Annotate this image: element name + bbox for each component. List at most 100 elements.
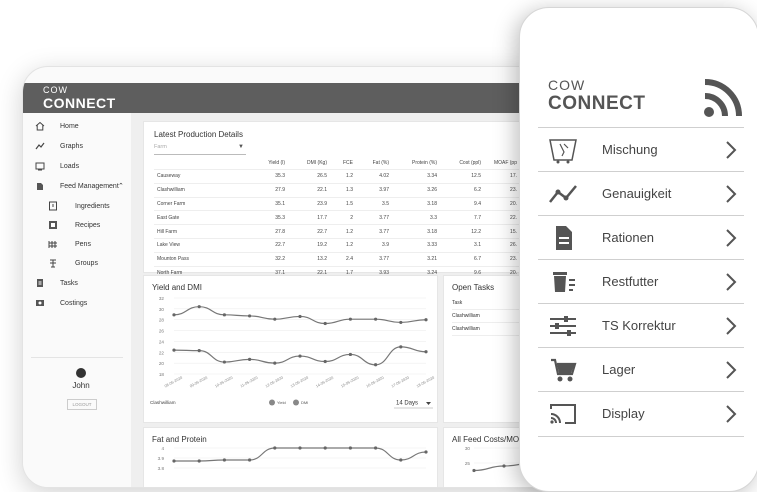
menu-item-lager[interactable]: Lager [538, 347, 744, 392]
y-tick-label: 4 [161, 446, 164, 451]
col-header: Protein (%) [411, 159, 437, 166]
x-tick-label: 13-05-2020 [290, 376, 309, 389]
x-tick-label: 11-05-2020 [240, 376, 259, 389]
sidebar-item-ingredients[interactable]: Ingredients [23, 197, 131, 215]
desktop-app: COW CONNECT Home Graphs Loads Feed Manag… [22, 66, 584, 488]
data-point [399, 320, 403, 325]
sidebar-item-feed-management[interactable]: Feed Management ⌃ [23, 177, 131, 195]
table-cell: 23. [484, 182, 520, 198]
sidebar-item-label: Ingredients [75, 202, 110, 210]
table-cell: 17. [484, 169, 520, 184]
y-tick-label: 25 [465, 461, 471, 466]
sidebar-item-home[interactable]: Home [23, 117, 131, 135]
col-header: DMI (Kg) [307, 159, 327, 166]
table-cell: 3.21 [392, 251, 440, 267]
brand-logo: COW CONNECT [43, 86, 116, 111]
table-row[interactable]: Causeway 35.3 26.5 1.2 4.02 3.34 12.5 17. [154, 169, 520, 184]
col-header: Fat (%) [372, 159, 389, 166]
table-cell: 17.7 [288, 210, 330, 225]
table-cell: 22.1 [288, 182, 330, 198]
menu-item-mischung[interactable]: Mischung [538, 127, 744, 172]
data-point [172, 459, 176, 463]
y-tick-label: 24 [159, 339, 165, 344]
menu-item-label: Display [602, 406, 645, 421]
table-cell: 12.2 [440, 224, 484, 239]
tasks-title: Open Tasks [452, 283, 495, 292]
table-cell: 1.5 [330, 196, 356, 211]
cast-icon [550, 404, 576, 424]
data-point [348, 446, 352, 450]
ingredients-icon [48, 201, 58, 211]
table-cell: 2.4 [330, 251, 356, 267]
data-point [222, 313, 226, 317]
menu-item-label: Restfutter [602, 274, 659, 289]
production-table: Yield (l) DMI (Kg) FCE Fat (%) Protein (… [154, 156, 520, 280]
data-point [323, 446, 327, 450]
menu-item-label: Mischung [602, 142, 658, 157]
table-cell: 3.1 [440, 237, 484, 253]
chevron-right-icon [726, 185, 737, 203]
sidebar-item-groups[interactable]: Groups [23, 254, 131, 272]
farm-filter-placeholder: Farm [154, 144, 167, 150]
legend-dmi-label: DMI [301, 400, 308, 405]
mobile-brand-bottom: CONNECT [548, 93, 646, 114]
sidebar-item-label: Graphs [60, 142, 83, 150]
chevron-right-icon [726, 361, 737, 379]
sidebar-item-pens[interactable]: Pens [23, 235, 131, 253]
filter-icon[interactable]: ▼ [238, 144, 244, 150]
data-point [323, 359, 327, 364]
table-row[interactable]: East Gate 35.3 17.7 2 3.77 3.3 7.7 22. [154, 210, 520, 225]
y-tick-label: 3.8 [158, 466, 165, 471]
table-row[interactable]: Hill Farm 27.8 22.7 1.2 3.77 3.18 12.2 15. [154, 224, 520, 239]
loads-icon [35, 161, 45, 171]
data-point [374, 446, 378, 450]
data-point [374, 317, 378, 321]
table-row[interactable]: Corner Farm 35.1 23.9 1.5 3.5 3.18 9.4 20. [154, 196, 520, 211]
menu-item-display[interactable]: Display [538, 391, 744, 437]
sidebar-item-loads[interactable]: Loads [23, 157, 131, 175]
table-cell: 3.77 [356, 210, 392, 225]
menu-item-restfutter[interactable]: Restfutter [538, 259, 744, 304]
chevron-right-icon [726, 405, 737, 423]
data-point [248, 314, 252, 318]
table-cell: 3.3 [392, 210, 440, 225]
data-point [374, 363, 378, 367]
data-point [273, 446, 277, 450]
production-title: Latest Production Details [154, 130, 243, 139]
table-row[interactable]: Mounton Pass 32.2 13.2 2.4 3.77 3.21 6.7 23. [154, 251, 520, 267]
range-select: 14 Days [396, 401, 418, 407]
table-cell: 26.5 [288, 169, 330, 184]
y-tick-label: 18 [159, 372, 165, 377]
data-point [222, 360, 226, 364]
sidebar-item-label: Costings [60, 299, 88, 307]
sidebar-item-recipes[interactable]: Recipes [23, 216, 131, 234]
menu-item-genauigkeit[interactable]: Genauigkeit [538, 171, 744, 216]
table-cell: 3.26 [392, 182, 440, 198]
logout-button[interactable]: LOGOUT [67, 399, 97, 410]
table-cell: 13.2 [288, 251, 330, 267]
menu-item-ts-korrektur[interactable]: TS Korrektur [538, 303, 744, 348]
table-cell: 3.33 [392, 237, 440, 253]
table-cell: 32.2 [250, 251, 288, 267]
feed-management-icon [35, 181, 45, 191]
avatar [76, 368, 86, 378]
table-cell: 3.34 [392, 169, 440, 184]
sidebar-item-tasks[interactable]: Tasks [23, 274, 131, 292]
table-cell: 22. [484, 210, 520, 225]
y-tick-label: 32 [159, 296, 165, 301]
table-cell: 23. [484, 251, 520, 267]
data-point [273, 317, 277, 321]
farm-filter-input[interactable]: Farm ▼ [154, 144, 246, 155]
data-point [348, 317, 352, 321]
sidebar-item-costings[interactable]: Costings [23, 294, 131, 312]
data-point [323, 321, 327, 326]
x-tick-label: 18-05-2020 [416, 376, 435, 389]
y-tick-label: 3.9 [158, 456, 165, 461]
col-header: FCE [343, 159, 353, 166]
farm-name-cell: Causeway [154, 169, 250, 184]
table-cell: 7.7 [440, 210, 484, 225]
table-row[interactable]: Clashwilliam 27.9 22.1 1.3 3.97 3.26 6.2 23. [154, 182, 520, 198]
menu-item-rationen[interactable]: Rationen [538, 215, 744, 260]
sidebar-item-graphs[interactable]: Graphs [23, 137, 131, 155]
table-row[interactable]: Lake View 22.7 19.2 1.2 3.9 3.33 3.1 26. [154, 237, 520, 253]
